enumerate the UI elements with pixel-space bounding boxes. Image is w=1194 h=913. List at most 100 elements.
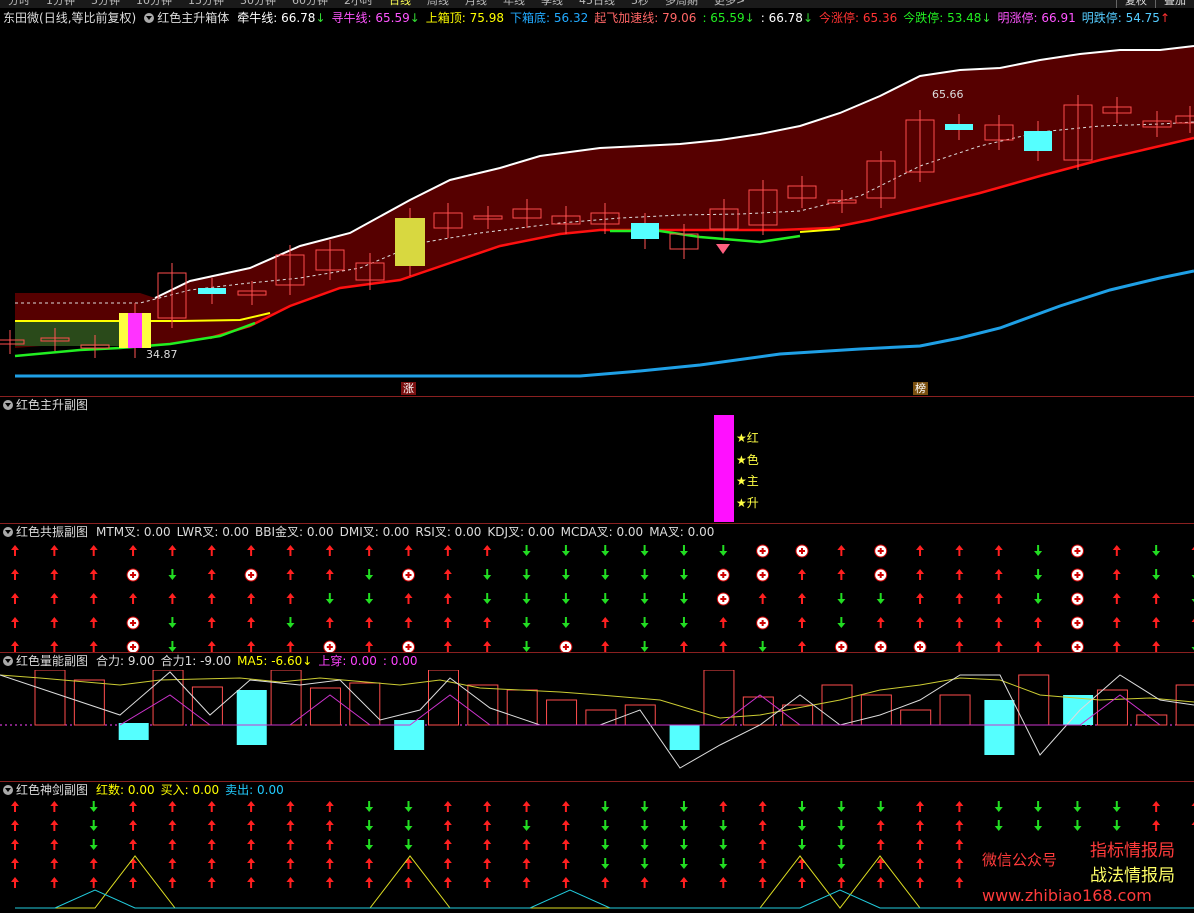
period-tab[interactable]: 2小时 bbox=[336, 0, 381, 8]
arrow-up-icon bbox=[443, 545, 452, 550]
period-tab[interactable]: 1分钟 bbox=[38, 0, 83, 8]
arrow-up-icon bbox=[207, 839, 216, 844]
sub3-values: 合力: 9.00 合力1: -9.00 MA5: -6.60↓ 上穿: 0.00: 0… bbox=[96, 653, 423, 669]
arrow-up-icon bbox=[1152, 820, 1161, 825]
arrow-up-icon bbox=[365, 545, 374, 550]
collapse-sub4-icon[interactable] bbox=[3, 785, 13, 795]
arrow-up-icon bbox=[247, 641, 256, 646]
volume-bar bbox=[467, 684, 499, 726]
arrow-down-icon bbox=[561, 575, 570, 580]
volume-bar-cyan bbox=[669, 725, 700, 750]
arrow-up-icon bbox=[758, 839, 767, 844]
volume-bar bbox=[585, 709, 617, 726]
arrow-up-icon bbox=[247, 593, 256, 598]
arrow-up-icon bbox=[247, 858, 256, 863]
sub3-title[interactable]: 红色量能副图 bbox=[16, 653, 88, 669]
arrow-up-icon bbox=[955, 839, 964, 844]
upper-box-fill bbox=[15, 46, 1194, 348]
arrow-down-icon: ↓ bbox=[981, 11, 992, 25]
period-tab[interactable]: 15分钟 bbox=[180, 0, 232, 8]
arrow-up-icon bbox=[247, 545, 256, 550]
arrow-up-icon bbox=[916, 877, 925, 882]
period-tab[interactable]: 30分钟 bbox=[232, 0, 284, 8]
arrow-up-icon bbox=[404, 617, 413, 622]
arrow-up-icon bbox=[247, 877, 256, 882]
arrow-up-icon bbox=[129, 801, 138, 806]
arrow-down-icon bbox=[1034, 826, 1043, 831]
arrow-up-icon bbox=[601, 877, 610, 882]
collapse-main-indicator-icon[interactable] bbox=[144, 13, 155, 23]
pane-divider[interactable] bbox=[0, 396, 1194, 397]
arrow-up-icon bbox=[443, 641, 452, 646]
toolbar-button[interactable]: 叠加 bbox=[1155, 0, 1194, 8]
arrow-up-icon bbox=[286, 641, 295, 646]
period-tab[interactable]: 多周期 bbox=[657, 0, 706, 8]
arrow-down-icon bbox=[601, 551, 610, 556]
arrow-down-icon bbox=[404, 845, 413, 850]
period-tab[interactable]: 5秒 bbox=[623, 0, 657, 8]
arrow-up-icon bbox=[640, 877, 649, 882]
arrow-down-icon: ↓ bbox=[802, 11, 813, 25]
sub2-chart[interactable] bbox=[0, 541, 1194, 652]
period-tab[interactable]: 45日线 bbox=[571, 0, 623, 8]
candle-body-yellow bbox=[395, 218, 425, 266]
arrow-down-icon bbox=[837, 845, 846, 850]
collapse-sub1-icon[interactable] bbox=[3, 400, 13, 410]
arrow-up-icon bbox=[561, 801, 570, 806]
arrow-down-icon bbox=[404, 826, 413, 831]
collapse-sub2-icon[interactable] bbox=[3, 527, 13, 537]
arrow-up-icon bbox=[798, 593, 806, 598]
watermark-url: www.zhibiao168.com bbox=[982, 886, 1152, 905]
period-tab[interactable]: 更多> bbox=[706, 0, 753, 8]
sub1-chart[interactable] bbox=[0, 414, 1194, 524]
period-tabs: 分时 1分钟 5分钟 10分钟 15分钟 30分钟 60分钟 2小时 日线 周线 月线 年线 季线 45日… bbox=[0, 0, 753, 8]
arrow-up-icon bbox=[837, 877, 846, 882]
period-tab[interactable]: 日线 bbox=[381, 0, 419, 8]
arrow-down-icon bbox=[679, 845, 688, 850]
indicator-value: : 0.00 bbox=[382, 654, 418, 668]
arrow-down-icon bbox=[365, 575, 374, 580]
volume-bar bbox=[1096, 689, 1128, 726]
sub1-star-label: ★红 bbox=[736, 431, 759, 445]
period-tab[interactable]: 5分钟 bbox=[83, 0, 128, 8]
arrow-up-icon bbox=[325, 545, 334, 550]
period-tab[interactable]: 分时 bbox=[0, 0, 38, 8]
arrow-up-icon bbox=[129, 839, 138, 844]
volume-bar-cyan bbox=[984, 700, 1015, 755]
volume-bar bbox=[624, 704, 656, 726]
candle-body-cyan bbox=[945, 124, 973, 130]
main-kline-chart[interactable]: 65.66 34.87 bbox=[0, 28, 1194, 396]
sub4-title[interactable]: 红色神剑副图 bbox=[16, 782, 88, 798]
period-tab[interactable]: 年线 bbox=[495, 0, 533, 8]
arrow-up-icon bbox=[247, 617, 256, 622]
period-tab[interactable]: 周线 bbox=[419, 0, 457, 8]
arrow-down-icon bbox=[286, 623, 295, 628]
arrow-up-icon bbox=[798, 569, 806, 574]
sub1-star-labels: ★红 ★色 ★主 ★升 bbox=[736, 428, 759, 514]
arrow-down-icon bbox=[719, 826, 728, 831]
arrow-up-icon bbox=[129, 545, 138, 550]
indicator-value: KDJ叉: 0.00 bbox=[487, 525, 555, 539]
arrow-down-icon bbox=[561, 551, 570, 556]
arrow-up-icon bbox=[207, 545, 216, 550]
period-tab[interactable]: 60分钟 bbox=[284, 0, 336, 8]
arrow-down-icon bbox=[679, 623, 688, 628]
arrow-up-icon bbox=[1112, 593, 1121, 598]
arrow-down-icon bbox=[1034, 599, 1043, 604]
arrow-up-icon bbox=[11, 617, 19, 622]
arrow-up-icon bbox=[955, 641, 964, 646]
sub2-title[interactable]: 红色共振副图 bbox=[16, 524, 88, 540]
arrow-up-icon bbox=[483, 801, 492, 806]
arrow-up-icon bbox=[561, 877, 570, 882]
arrow-down-icon bbox=[522, 623, 531, 628]
sub3-chart[interactable] bbox=[0, 670, 1194, 780]
sub1-title[interactable]: 红色主升副图 bbox=[16, 397, 88, 413]
indicator-name[interactable]: 红色主升箱体 bbox=[157, 10, 229, 26]
arrow-up-icon bbox=[286, 877, 295, 882]
period-tab[interactable]: 10分钟 bbox=[128, 0, 180, 8]
period-tab[interactable]: 季线 bbox=[533, 0, 571, 8]
period-tab[interactable]: 月线 bbox=[457, 0, 495, 8]
collapse-sub3-icon[interactable] bbox=[3, 656, 13, 666]
toolbar-button[interactable]: 复权 bbox=[1116, 0, 1155, 8]
arrow-up-icon bbox=[916, 839, 925, 844]
